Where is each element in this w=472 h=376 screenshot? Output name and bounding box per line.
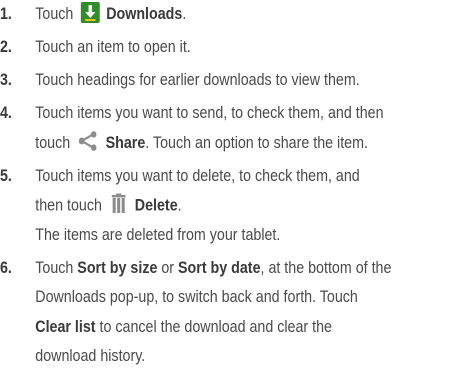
instruction-step: 4. Touch items you want to send, to check…	[0, 103, 406, 162]
instruction-step: 3. Touch headings for earlier downloads t…	[0, 70, 406, 100]
step-text: .	[182, 4, 187, 23]
step-text: , at the bottom of the	[260, 257, 392, 277]
instruction-step: 5. Touch items you want to delete, to che…	[0, 166, 406, 255]
ui-term: Clear list	[35, 316, 96, 336]
step-text: to cancel the download and clear the	[95, 316, 332, 336]
ui-term: Share	[101, 132, 146, 152]
step-text: Touch	[35, 4, 78, 23]
step-text: The items are deleted from your tablet.	[35, 224, 281, 244]
share-icon	[78, 131, 99, 151]
step-number: 4.	[0, 103, 12, 122]
step-text-line: The items are deleted from your tablet.	[35, 225, 280, 245]
instruction-step: 6. Touch Sort by size or Sort by date, at…	[0, 258, 406, 376]
step-text: touch	[35, 132, 75, 152]
step-text-line: Touch items you want to delete, to check…	[35, 166, 359, 186]
step-text: Touch headings for earlier downloads to …	[35, 70, 360, 89]
step-text: Touch	[35, 257, 78, 277]
step-text-line: Clear list to cancel the download and cl…	[35, 317, 332, 337]
step-text-line: Touch Sort by size or Sort by date, at t…	[35, 258, 391, 278]
instruction-step: 2. Touch an item to open it.	[0, 37, 406, 67]
download-icon	[80, 2, 100, 24]
step-text: .	[177, 195, 182, 215]
step-text: . Touch an option to share the item.	[145, 132, 368, 152]
instruction-step: 1. Touch Downloads.	[0, 2, 406, 34]
step-number: 6.	[0, 257, 12, 277]
step-number: 3.	[0, 70, 12, 89]
trash-icon	[109, 193, 128, 215]
ui-term: Sort by size	[77, 257, 158, 277]
step-text-line: Touch an item to open it.	[35, 37, 190, 57]
step-text-line: download history.	[35, 346, 145, 366]
step-text-line: Touch Downloads.	[35, 2, 187, 25]
ui-term: Sort by date	[178, 257, 261, 277]
instruction-list: 1. Touch Downloads. 2. Touch an item to ope…	[0, 0, 472, 369]
step-number: 1.	[0, 4, 12, 23]
step-text: or	[157, 257, 179, 277]
step-text-line: Touch headings for earlier downloads to …	[35, 70, 359, 90]
step-number: 2.	[0, 37, 12, 56]
step-text-line: touch Share. Touch an option to share th…	[35, 131, 368, 154]
ui-term: Downloads	[102, 4, 183, 23]
ui-term: Delete	[130, 195, 178, 215]
step-text-line: Touch items you want to send, to check t…	[35, 103, 383, 123]
step-text-line: Downloads pop-up, to switch back and for…	[35, 287, 358, 307]
step-text: Touch an item to open it.	[35, 37, 191, 56]
step-number: 5.	[0, 165, 12, 185]
step-text: Downloads pop-up, to switch back and for…	[35, 287, 358, 306]
step-text-line: then touch Delete.	[35, 193, 182, 217]
step-text: Touch items you want to delete, to check…	[35, 165, 360, 185]
step-text: then touch	[35, 195, 106, 215]
step-text: Touch items you want to send, to check t…	[35, 103, 384, 122]
step-text: download history.	[35, 346, 146, 365]
